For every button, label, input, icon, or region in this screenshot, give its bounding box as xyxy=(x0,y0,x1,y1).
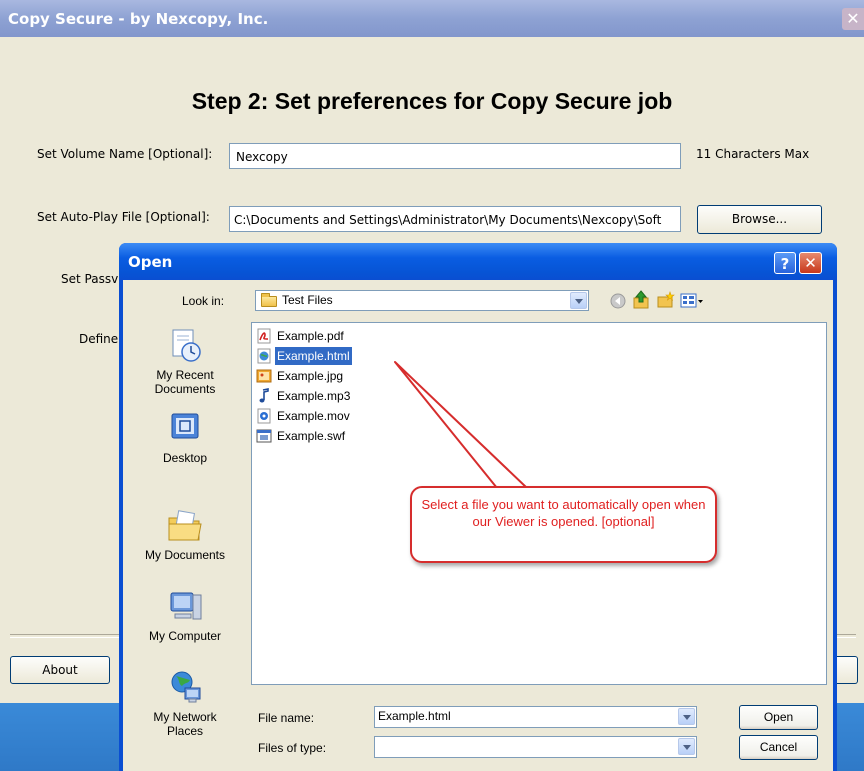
file-name: Example.mp3 xyxy=(277,389,351,403)
chevron-down-icon[interactable] xyxy=(678,738,695,755)
main-window-title: Copy Secure - by Nexcopy, Inc. xyxy=(8,10,269,28)
place-my-computer[interactable]: My Computer xyxy=(123,587,247,643)
place-label: Desktop xyxy=(162,451,208,465)
desktop-icon xyxy=(171,413,199,439)
file-name: Example.jpg xyxy=(277,369,344,383)
define-label: Define xyxy=(79,332,119,346)
place-label: My Network Places xyxy=(153,710,217,738)
autoplay-file-label: Set Auto-Play File [Optional]: xyxy=(37,210,210,224)
look-in-value: Test Files xyxy=(282,293,333,307)
open-dialog-titlebar[interactable]: Open ? ✕ xyxy=(119,243,837,280)
my-documents-icon xyxy=(168,510,202,541)
file-name-input[interactable]: Example.html xyxy=(374,706,697,728)
place-label: My Recent Documents xyxy=(154,368,216,396)
files-of-type-dropdown[interactable] xyxy=(374,736,697,758)
help-button[interactable]: ? xyxy=(774,252,796,274)
autoplay-file-input[interactable]: C:\Documents and Settings\Administrator\… xyxy=(229,206,681,232)
partial-button-right[interactable] xyxy=(836,656,858,684)
image-file-icon xyxy=(256,369,272,383)
file-name: Example.html xyxy=(275,347,352,365)
place-my-documents[interactable]: My Documents xyxy=(123,506,247,562)
place-label: My Documents xyxy=(144,548,226,562)
up-folder-icon[interactable] xyxy=(631,290,651,310)
file-name: Example.swf xyxy=(277,429,346,443)
chevron-down-icon[interactable] xyxy=(678,708,695,725)
close-icon[interactable]: ✕ xyxy=(842,8,864,30)
audio-file-icon xyxy=(259,388,269,403)
open-dialog: Open ? ✕ Look in: Test Files My Recent D… xyxy=(119,243,837,771)
place-my-recent-documents[interactable]: My Recent Documents xyxy=(123,326,247,396)
browse-button[interactable]: Browse... xyxy=(697,205,822,234)
file-name: Example.pdf xyxy=(277,329,344,343)
volume-name-label: Set Volume Name [Optional]: xyxy=(37,147,213,161)
file-name: Example.mov xyxy=(277,409,350,423)
file-name-value: Example.html xyxy=(378,709,451,723)
new-folder-icon[interactable] xyxy=(656,290,676,310)
places-bar: My Recent Documents Desktop My Documents xyxy=(123,322,247,771)
place-desktop[interactable]: Desktop xyxy=(123,409,247,465)
html-file-icon xyxy=(257,348,271,364)
open-button[interactable]: Open xyxy=(739,705,818,730)
back-icon[interactable] xyxy=(608,291,628,311)
files-of-type-label: Files of type: xyxy=(258,741,327,755)
place-my-network-places[interactable]: My Network Places xyxy=(123,668,247,738)
main-window-titlebar: Copy Secure - by Nexcopy, Inc. ✕ xyxy=(0,0,864,37)
cancel-button[interactable]: Cancel xyxy=(739,735,818,760)
recent-documents-icon xyxy=(172,329,201,362)
close-icon[interactable]: ✕ xyxy=(799,252,822,274)
my-computer-icon xyxy=(170,592,202,620)
page-title: Step 2: Set preferences for Copy Secure … xyxy=(191,88,673,114)
volume-name-input[interactable]: Nexcopy xyxy=(229,143,681,169)
chevron-down-icon[interactable] xyxy=(570,292,587,309)
volume-name-hint: 11 Characters Max xyxy=(696,147,810,161)
set-password-label: Set Passv xyxy=(61,272,119,286)
callout-pointer xyxy=(394,361,528,489)
about-button[interactable]: About xyxy=(10,656,110,684)
video-file-icon xyxy=(257,408,271,424)
pdf-file-icon xyxy=(257,328,271,344)
open-dialog-client: Look in: Test Files My Recent Documents … xyxy=(123,280,833,771)
flash-file-icon xyxy=(256,429,272,443)
look-in-dropdown[interactable]: Test Files xyxy=(255,290,589,311)
annotation-callout: Select a file you want to automatically … xyxy=(410,486,717,563)
network-places-icon xyxy=(171,671,201,703)
place-label: My Computer xyxy=(148,629,222,643)
file-name-label: File name: xyxy=(258,711,315,725)
look-in-label: Look in: xyxy=(182,294,225,308)
open-dialog-title: Open xyxy=(128,253,173,271)
folder-icon xyxy=(261,293,277,307)
view-menu-icon[interactable] xyxy=(679,291,705,311)
